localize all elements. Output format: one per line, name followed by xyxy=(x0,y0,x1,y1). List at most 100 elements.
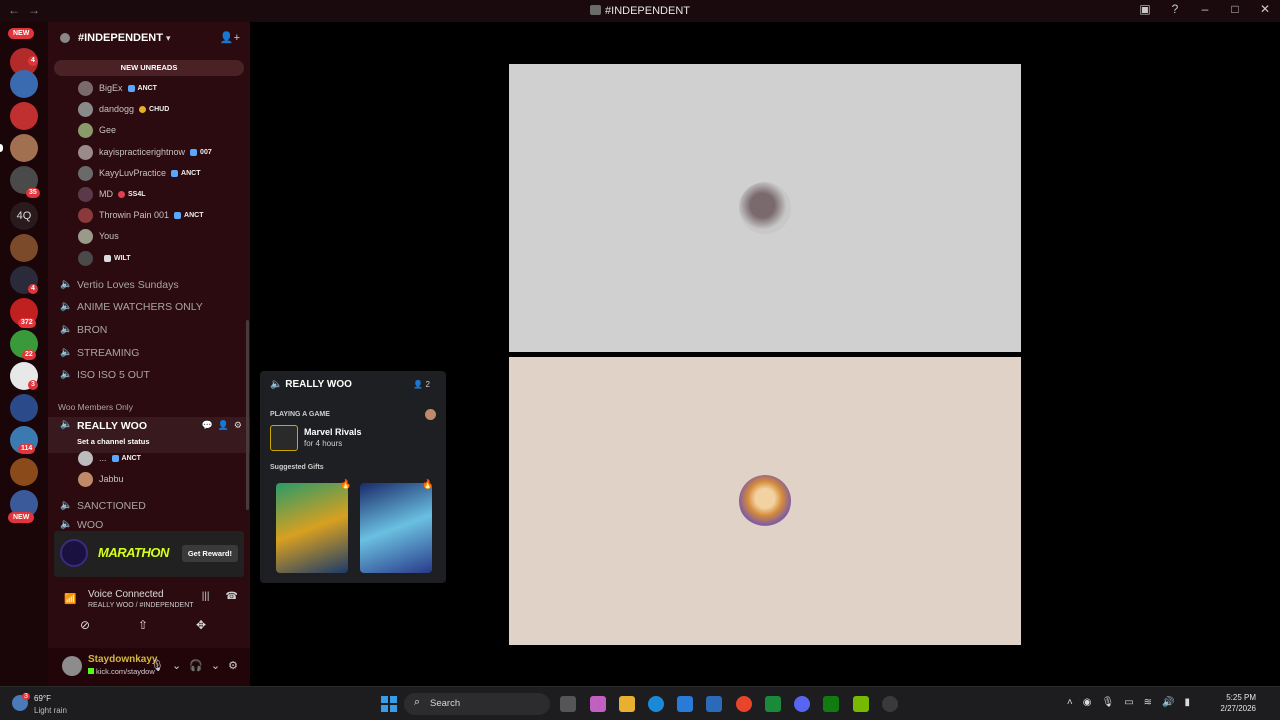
voice-channel[interactable]: 🔈 BRON xyxy=(48,320,250,340)
help-icon[interactable]: ? xyxy=(1166,2,1184,16)
promo-title: MARATHON xyxy=(98,545,169,560)
new-pill[interactable]: NEW xyxy=(8,512,35,523)
mention-badge: 372 xyxy=(18,318,36,328)
voice-member[interactable]: KayyLuvPractice ANCT xyxy=(48,163,250,183)
sidebar-scrollbar[interactable] xyxy=(246,320,249,510)
server-icon[interactable] xyxy=(10,394,38,422)
voice-member[interactable]: Jabbu xyxy=(48,469,250,489)
minimize-button[interactable]: – xyxy=(1196,2,1214,16)
headphones-icon[interactable]: 🎧 xyxy=(189,659,203,672)
search-box[interactable]: ⌕ Search xyxy=(404,693,550,715)
store-icon[interactable] xyxy=(677,696,693,712)
voice-member[interactable]: dandogg CHUD xyxy=(48,99,250,119)
voice-channel[interactable]: 🔈 WOO xyxy=(48,519,250,531)
username[interactable]: Staydownkayy xyxy=(88,654,157,665)
inbox-icon[interactable]: ▣ xyxy=(1136,2,1154,16)
gift-card[interactable] xyxy=(360,483,432,573)
gift-card[interactable] xyxy=(276,483,348,573)
outlook-icon[interactable] xyxy=(706,696,722,712)
disconnect-icon[interactable]: ☎ xyxy=(226,591,238,602)
clock[interactable]: 5:25 PM 2/27/2026 xyxy=(1220,692,1256,714)
file-explorer-icon[interactable] xyxy=(619,696,635,712)
chat-icon[interactable]: 💬 xyxy=(201,420,212,431)
discord-icon[interactable] xyxy=(794,696,810,712)
battery-icon[interactable]: ▮ xyxy=(1184,697,1190,708)
game-name[interactable]: Marvel Rivals xyxy=(304,427,362,437)
chevron-up-icon[interactable]: ˄ xyxy=(1067,697,1073,708)
chevron-down-icon[interactable]: ⌄ xyxy=(172,659,181,672)
wifi-icon[interactable]: ≋ xyxy=(1144,697,1152,708)
display-icon[interactable]: ▭ xyxy=(1124,697,1133,708)
clan-icon xyxy=(190,148,198,156)
avatar xyxy=(739,475,791,527)
server-icon[interactable] xyxy=(10,102,38,130)
tray-app-icon[interactable]: ◉ xyxy=(1083,697,1092,708)
clan-icon xyxy=(118,190,125,198)
voice-channel[interactable]: 🔈 ISO ISO 5 OUT xyxy=(48,365,250,385)
new-pill[interactable]: NEW xyxy=(8,28,35,39)
app-icon[interactable] xyxy=(765,696,781,712)
category-label[interactable]: Woo Members Only xyxy=(58,402,133,412)
participant-tile[interactable] xyxy=(509,357,1021,645)
server-icon[interactable] xyxy=(10,70,38,98)
nvidia-icon[interactable] xyxy=(853,696,869,712)
gear-icon[interactable]: ⚙ xyxy=(234,420,242,431)
server-icon[interactable] xyxy=(10,234,38,262)
server-4q[interactable]: 4Q xyxy=(10,202,38,230)
voice-member[interactable]: kayispracticerightnow 007 xyxy=(48,142,250,162)
server-header[interactable]: #INDEPENDENT ▾ 👤+ xyxy=(48,22,250,54)
gear-icon[interactable]: ⚙ xyxy=(228,659,238,672)
signal-icon[interactable]: 📶 xyxy=(64,594,76,605)
avatar xyxy=(78,250,93,266)
voice-member[interactable]: ... ANCT xyxy=(48,448,250,468)
new-unreads-banner[interactable]: NEW UNREADS xyxy=(54,60,244,76)
voice-member[interactable]: WILT xyxy=(48,248,250,268)
voice-channel[interactable]: 🔈 ANIME WATCHERS ONLY xyxy=(48,297,250,317)
channel-status[interactable]: Set a channel status xyxy=(77,437,150,446)
popout-title: 🔈 REALLY WOO xyxy=(270,379,352,390)
mention-badge: 3 xyxy=(28,380,38,390)
voice-member[interactable]: Gee xyxy=(48,120,250,140)
screen-share-icon[interactable]: ⇧ xyxy=(134,618,152,632)
obs-icon[interactable] xyxy=(882,696,898,712)
voice-channel[interactable]: 🔈 STREAMING xyxy=(48,343,250,363)
xbox-icon[interactable] xyxy=(823,696,839,712)
voice-channel[interactable]: 🔈 SANCTIONED xyxy=(48,496,250,516)
clan-icon xyxy=(127,84,135,92)
get-reward-button[interactable]: Get Reward! xyxy=(181,545,238,562)
server-icon[interactable] xyxy=(10,134,38,162)
voice-member[interactable]: Throwin Pain 001 ANCT xyxy=(48,205,250,225)
invite-people-icon[interactable]: 👤+ xyxy=(220,31,240,44)
microphone-icon[interactable]: 🎙 xyxy=(150,659,164,672)
speaker-icon: 🔈 xyxy=(60,500,73,511)
activities-icon[interactable]: ✥ xyxy=(192,618,210,632)
participant-tile[interactable] xyxy=(509,64,1021,352)
edge-icon[interactable] xyxy=(648,696,664,712)
clan-icon xyxy=(139,105,147,113)
invite-icon[interactable]: 👤 xyxy=(218,420,229,431)
microphone-icon[interactable]: 🎙 xyxy=(1101,697,1114,708)
volume-icon[interactable]: 🔊 xyxy=(1162,697,1174,708)
clan-icon xyxy=(174,211,182,219)
flame-icon: 🔥 xyxy=(422,479,434,489)
voice-location[interactable]: REALLY WOO / #INDEPENDENT xyxy=(88,602,194,609)
close-button[interactable]: ✕ xyxy=(1256,2,1274,16)
chevron-down-icon[interactable]: ⌄ xyxy=(211,659,220,672)
clan-tag: 007 xyxy=(190,148,212,156)
noise-suppression-icon[interactable]: ||| xyxy=(202,591,210,602)
camera-off-icon[interactable]: ⊘ xyxy=(76,618,94,632)
voice-channel[interactable]: 🔈 Vertio Loves Sundays xyxy=(48,275,250,295)
voice-member[interactable]: Yous xyxy=(48,226,250,246)
clan-icon xyxy=(104,254,111,262)
server-icon[interactable] xyxy=(10,458,38,486)
chrome-icon[interactable] xyxy=(736,696,752,712)
start-icon[interactable] xyxy=(381,696,397,712)
voice-member[interactable]: BigEx ANCT xyxy=(48,78,250,98)
app-icon[interactable] xyxy=(590,696,606,712)
voice-member[interactable]: MD SS4L xyxy=(48,184,250,204)
maximize-button[interactable]: □ xyxy=(1226,2,1244,16)
speaker-icon: 🔈 xyxy=(60,301,73,312)
clan-icon xyxy=(111,454,119,462)
task-view-icon[interactable] xyxy=(560,696,576,712)
avatar[interactable] xyxy=(62,656,82,676)
